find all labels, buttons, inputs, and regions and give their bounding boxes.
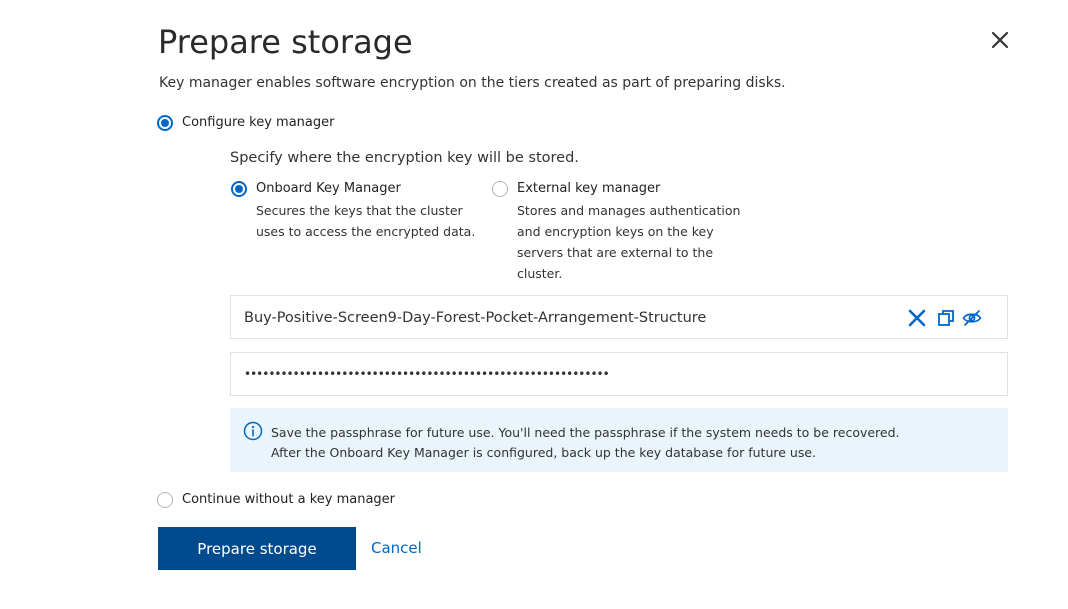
external-key-manager-description: Stores and manages authentication and en… — [517, 203, 741, 281]
info-icon — [243, 421, 263, 441]
onboard-key-manager-radio[interactable] — [231, 181, 247, 197]
info-banner: Save the passphrase for future use. You'… — [230, 408, 1008, 472]
external-key-manager-radio[interactable] — [492, 181, 508, 197]
confirm-passphrase-value[interactable]: ••••••••••••••••••••••••••••••••••••••••… — [244, 364, 610, 384]
confirm-passphrase-field[interactable]: ••••••••••••••••••••••••••••••••••••••••… — [230, 352, 1008, 396]
key-location-prompt: Specify where the encryption key will be… — [230, 150, 579, 166]
configure-key-manager-radio[interactable] — [157, 115, 173, 131]
dialog-title: Prepare storage — [158, 23, 413, 61]
dialog-description: Key manager enables software encryption … — [159, 75, 786, 91]
copy-icon[interactable] — [936, 308, 956, 328]
configure-key-manager-label[interactable]: Configure key manager — [182, 114, 334, 132]
close-icon[interactable] — [988, 28, 1012, 52]
onboard-key-manager-label[interactable]: Onboard Key Manager — [256, 180, 401, 198]
continue-without-key-manager-label[interactable]: Continue without a key manager — [182, 491, 395, 509]
passphrase-value[interactable]: Buy-Positive-Screen9-Day-Forest-Pocket-A… — [244, 308, 706, 328]
hide-password-icon[interactable] — [962, 308, 982, 328]
clear-icon[interactable] — [907, 308, 927, 328]
passphrase-field[interactable]: Buy-Positive-Screen9-Day-Forest-Pocket-A… — [230, 295, 1008, 339]
cancel-link[interactable]: Cancel — [371, 538, 422, 558]
external-key-manager-label[interactable]: External key manager — [517, 180, 660, 198]
continue-without-key-manager-radio[interactable] — [157, 492, 173, 508]
onboard-key-manager-description: Secures the keys that the cluster uses t… — [256, 203, 476, 239]
info-message: Save the passphrase for future use. You'… — [271, 425, 900, 460]
prepare-storage-button[interactable]: Prepare storage — [158, 527, 356, 570]
